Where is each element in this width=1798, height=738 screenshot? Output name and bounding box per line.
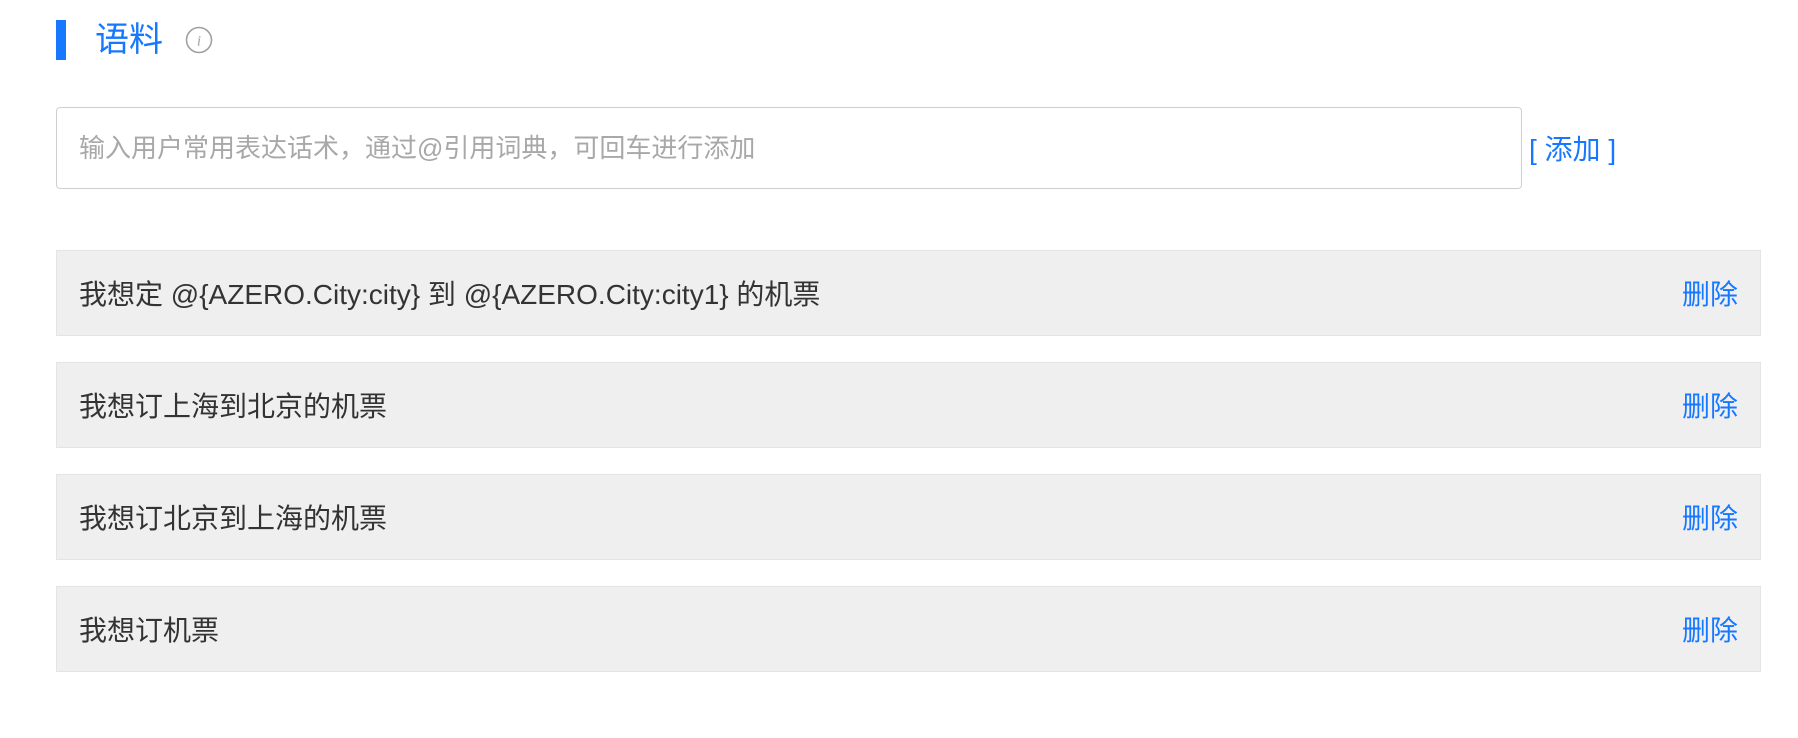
utterance-input[interactable] xyxy=(56,107,1522,189)
section-header: 语料 i xyxy=(56,20,213,60)
utterance-item: 我想订上海到北京的机票 删除 xyxy=(56,362,1761,448)
utterance-text: 我想订上海到北京的机票 xyxy=(79,391,388,422)
utterance-input-row: [ 添加 ] xyxy=(56,107,1616,189)
section-accent-bar xyxy=(56,20,66,60)
delete-button[interactable]: 删除 xyxy=(1682,273,1738,313)
utterance-item: 我想订机票 删除 xyxy=(56,586,1761,672)
add-button[interactable]: [ 添加 ] xyxy=(1529,128,1616,168)
utterance-text: 我想定 @{AZERO.City:city} 到 @{AZERO.City:ci… xyxy=(79,279,821,310)
utterance-item: 我想定 @{AZERO.City:city} 到 @{AZERO.City:ci… xyxy=(56,250,1761,336)
delete-button[interactable]: 删除 xyxy=(1682,497,1738,537)
utterance-list: 我想定 @{AZERO.City:city} 到 @{AZERO.City:ci… xyxy=(56,250,1761,698)
delete-button[interactable]: 删除 xyxy=(1682,609,1738,649)
utterance-text: 我想订北京到上海的机票 xyxy=(79,503,388,534)
utterance-text: 我想订机票 xyxy=(79,615,220,646)
section-title: 语料 xyxy=(95,21,163,59)
delete-button[interactable]: 删除 xyxy=(1682,385,1738,425)
utterance-item: 我想订北京到上海的机票 删除 xyxy=(56,474,1761,560)
svg-text:i: i xyxy=(197,34,201,50)
info-icon[interactable]: i xyxy=(185,26,213,54)
